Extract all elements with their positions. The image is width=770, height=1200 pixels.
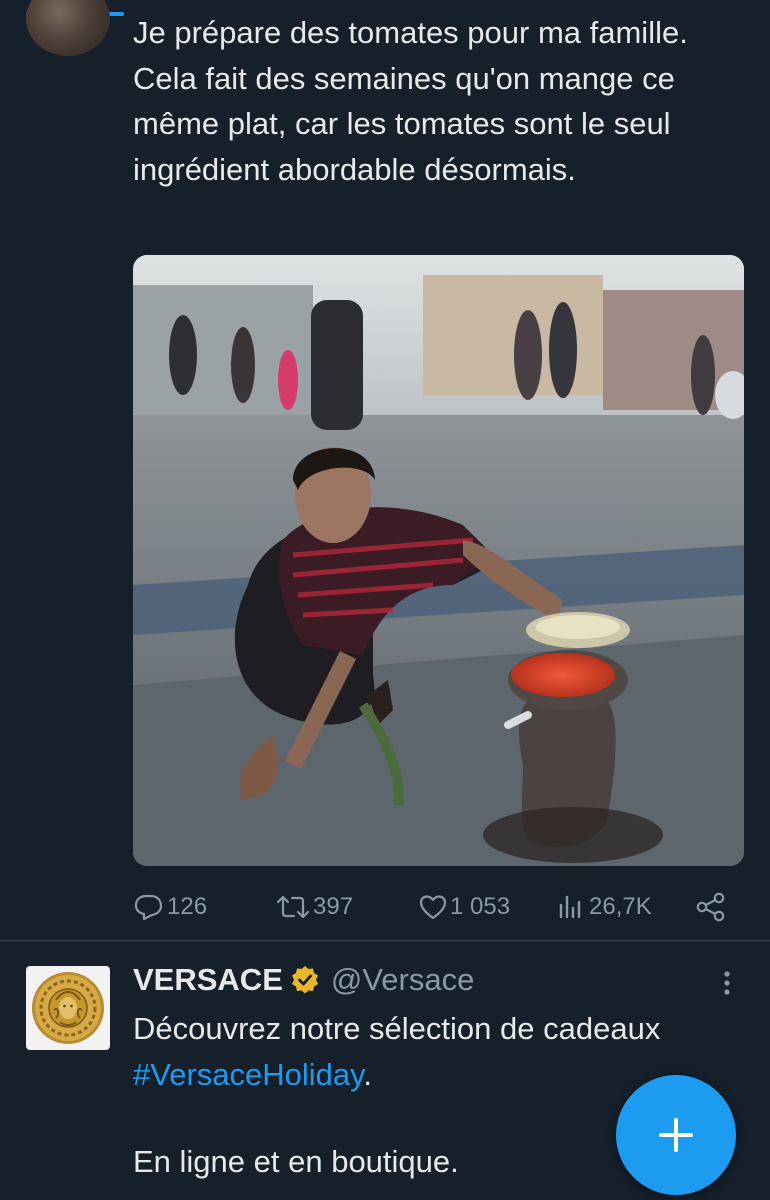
reply-icon: [134, 894, 163, 921]
versace-medusa-logo-icon: [32, 972, 104, 1044]
retweet-count: 397: [313, 893, 354, 920]
more-icon: [724, 971, 730, 995]
view-count: 26,7K: [589, 893, 652, 920]
like-count: 1 053: [450, 893, 511, 920]
more-options-button[interactable]: [712, 970, 742, 996]
retweet-button[interactable]: 397: [275, 888, 353, 926]
tweet-video[interactable]: [133, 255, 744, 866]
compose-plus-icon: [659, 1118, 693, 1152]
compose-tweet-button[interactable]: [616, 1075, 736, 1195]
like-button[interactable]: 1 053: [418, 888, 510, 926]
ad-tweet-header: VERSACE @Versace: [133, 960, 474, 1000]
ad-text-line1: Découvrez notre sélection de cadeaux: [133, 1011, 661, 1046]
hashtag-suffix: .: [363, 1057, 372, 1092]
share-button[interactable]: [695, 888, 727, 926]
verified-badge-icon: [289, 964, 321, 996]
tweet-text: Je prépare des tomates pour ma famille. …: [133, 15, 688, 187]
versace-avatar[interactable]: [26, 966, 110, 1050]
author-name[interactable]: VERSACE: [133, 962, 283, 998]
ad-text-line3: En ligne et en boutique.: [133, 1144, 459, 1179]
views-icon: [559, 895, 581, 919]
like-icon: [419, 895, 447, 920]
tweet-action-bar: 126 397 1 053 26,7K: [133, 888, 733, 926]
views-button[interactable]: 26,7K: [557, 888, 652, 926]
reply-button[interactable]: 126: [133, 888, 207, 926]
tweet-divider: [0, 940, 770, 941]
author-avatar[interactable]: [26, 0, 110, 56]
author-handle[interactable]: @Versace: [331, 962, 474, 998]
video-frame: [133, 255, 744, 866]
share-icon: [696, 892, 725, 922]
reply-count: 126: [167, 893, 208, 920]
retweet-icon: [276, 895, 310, 919]
hashtag-link[interactable]: #VersaceHoliday: [133, 1057, 363, 1092]
